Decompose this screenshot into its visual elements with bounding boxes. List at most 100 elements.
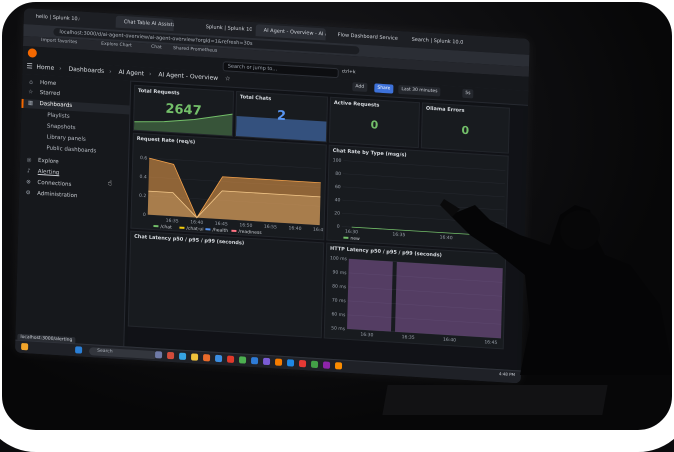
taskbar-search-placeholder: Search bbox=[97, 348, 113, 355]
bookmark-item[interactable]: Import favorites bbox=[41, 38, 77, 45]
sidebar-item-label: Explore bbox=[37, 157, 59, 166]
app-icon[interactable] bbox=[322, 361, 331, 369]
x-tick-label: 16:55 bbox=[264, 224, 277, 231]
legend-swatch bbox=[179, 226, 185, 229]
legend-swatch bbox=[231, 229, 237, 233]
app-icon[interactable] bbox=[202, 354, 211, 362]
x-tick-label: 16:45 bbox=[313, 227, 326, 234]
browser-tab[interactable]: Chat Table AI Assistant bbox=[115, 15, 174, 32]
x-tick-label: 16:35 bbox=[166, 218, 179, 225]
time-range-picker[interactable]: Last 30 minutes bbox=[398, 84, 441, 97]
add-button[interactable]: Add bbox=[352, 82, 368, 92]
y-tick-label: 40 bbox=[335, 197, 341, 203]
sidebar-item-label: Home bbox=[39, 80, 57, 87]
app-icon[interactable] bbox=[298, 359, 307, 368]
stat-panel-total-chats[interactable]: Total Chats 2 bbox=[234, 90, 329, 143]
sidebar-item-snapshots[interactable]: Snapshots bbox=[47, 122, 76, 133]
start-icon[interactable] bbox=[75, 346, 83, 354]
vscode-icon[interactable] bbox=[286, 359, 295, 367]
sidebar-item-label: Starred bbox=[39, 89, 61, 98]
app-icon[interactable] bbox=[226, 355, 235, 363]
x-tick-label: 16:40 bbox=[288, 225, 301, 232]
bookmark-item[interactable]: Shared Prometheus bbox=[173, 46, 217, 54]
sidebar-item-administration[interactable]: ⚙ Administration bbox=[25, 189, 78, 201]
gear-icon: ⚙ bbox=[25, 190, 31, 197]
y-tick-label: 90 ms bbox=[333, 269, 348, 276]
stat-panel-total-requests[interactable]: Total Requests 2647 bbox=[132, 84, 235, 137]
bookmark-item[interactable]: Chat bbox=[151, 45, 162, 51]
app-icon[interactable] bbox=[334, 362, 343, 370]
panel-chat-latency[interactable]: Chat Latency p50 / p95 / p99 (seconds) bbox=[127, 230, 325, 339]
grafana-logo-icon[interactable] bbox=[27, 48, 37, 58]
panel-request-rate[interactable]: Request Rate (req/s) 0 0.2 0.4 0.6 16:35 16:4… bbox=[130, 132, 327, 241]
sidebar-item-home[interactable]: ⌂ Home bbox=[28, 78, 56, 89]
y-tick-label: 50 ms bbox=[331, 325, 346, 332]
breadcrumb-folder[interactable]: AI Agent bbox=[118, 69, 144, 78]
app-icon[interactable] bbox=[310, 360, 319, 369]
home-icon: ⌂ bbox=[29, 79, 33, 86]
presenter-silhouette bbox=[440, 199, 674, 375]
sidebar-item-dashboards[interactable]: ▦ Dashboards bbox=[21, 98, 130, 115]
browser-tab[interactable]: Splunk | Splunk 10.0.0 bbox=[198, 21, 252, 36]
y-tick-label: 0.4 bbox=[139, 174, 146, 180]
app-icon[interactable] bbox=[274, 358, 283, 366]
x-tick-label: 16:40 bbox=[190, 219, 203, 226]
browser-tab[interactable]: hello | Splunk 10.0.0 bbox=[28, 10, 80, 25]
stat-value: 0 bbox=[461, 123, 470, 138]
sidebar-item-public-dashboards[interactable]: Public dashboards bbox=[46, 144, 96, 156]
browser-tab[interactable]: Search | Splunk 10.0.0 bbox=[404, 33, 464, 49]
y-tick-label: 0 bbox=[143, 212, 146, 218]
desk bbox=[382, 385, 608, 415]
legend-label: /chat bbox=[160, 224, 172, 231]
breadcrumb-dashboard[interactable]: AI Agent - Overview bbox=[158, 71, 218, 82]
mouse-cursor-icon: ☝ bbox=[107, 179, 112, 188]
sidebar-item-playlists[interactable]: Playlists bbox=[47, 111, 70, 121]
sidebar-item-label: Connections bbox=[37, 179, 72, 188]
stat-panel-ollama-errors[interactable]: Ollama Errors 0 bbox=[420, 102, 511, 154]
sidebar-item-explore[interactable]: ◎ Explore bbox=[26, 156, 59, 167]
search-placeholder: Search or jump to... bbox=[227, 63, 278, 73]
panel-title: Ollama Errors bbox=[425, 105, 465, 114]
breadcrumb-dashboards[interactable]: Dashboards bbox=[68, 66, 104, 75]
y-tick-label: 0.6 bbox=[140, 155, 147, 161]
x-tick-label: 16:35 bbox=[402, 334, 415, 341]
stat-value: 0 bbox=[370, 118, 379, 132]
refresh-picker[interactable]: 5s bbox=[462, 88, 474, 99]
sidebar-item-starred[interactable]: ☆ Starred bbox=[28, 88, 60, 99]
app-icon[interactable] bbox=[250, 356, 259, 365]
app-icon[interactable] bbox=[262, 357, 271, 366]
legend-label: new bbox=[350, 237, 360, 243]
bell-icon: ♪ bbox=[26, 168, 31, 175]
taskbar-search[interactable]: Search bbox=[88, 347, 158, 360]
bookmark-item[interactable]: Explore Chart bbox=[101, 42, 132, 49]
app-icon[interactable] bbox=[238, 356, 247, 364]
sidebar-item-connections[interactable]: ⊗ Connections bbox=[25, 178, 71, 190]
star-icon: ☆ bbox=[28, 89, 34, 96]
legend-swatch bbox=[153, 224, 159, 228]
y-tick-label: 0 bbox=[337, 224, 340, 230]
grid-line bbox=[343, 160, 506, 171]
share-button[interactable]: Share bbox=[374, 83, 394, 94]
chart-request-rate: 0 0.2 0.4 0.6 16:35 16:40 16:45 16:50 16:55 16:40… bbox=[139, 155, 326, 236]
sidebar-item-alerting[interactable]: ♪ Alerting bbox=[26, 167, 60, 178]
breadcrumb-home[interactable]: Home bbox=[36, 64, 54, 72]
stat-panel-active-requests[interactable]: Active Requests 0 bbox=[328, 96, 421, 149]
folder-icon[interactable] bbox=[190, 353, 199, 361]
sidebar-item-label: Dashboards bbox=[39, 100, 73, 109]
y-tick-label: 80 ms bbox=[332, 283, 347, 290]
legend-swatch bbox=[205, 228, 211, 231]
x-tick-label: 16:50 bbox=[239, 222, 252, 229]
weather-icon[interactable] bbox=[21, 342, 29, 351]
app-icon[interactable] bbox=[166, 351, 175, 360]
legend-swatch bbox=[343, 236, 349, 239]
edge-icon[interactable] bbox=[178, 352, 187, 361]
legend-label: /readiness bbox=[238, 229, 262, 236]
x-tick-label: 16:30 bbox=[360, 332, 373, 339]
menu-icon[interactable]: ☰ bbox=[26, 62, 32, 70]
app-icon[interactable] bbox=[214, 354, 223, 363]
star-icon[interactable]: ☆ bbox=[225, 75, 231, 82]
x-tick-label: 16:30 bbox=[345, 229, 358, 236]
app-icon[interactable] bbox=[154, 351, 163, 359]
panel-title: Active Requests bbox=[333, 99, 380, 109]
sidebar-item-library-panels[interactable]: Library panels bbox=[47, 133, 86, 144]
